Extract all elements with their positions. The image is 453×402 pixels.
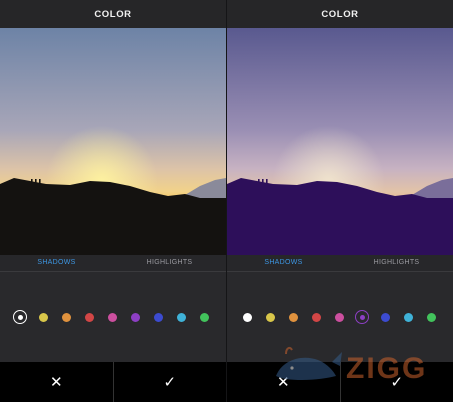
swatch-dot — [130, 312, 140, 322]
tab-highlights[interactable]: HIGHLIGHTS — [113, 255, 226, 271]
bottom-bar: ✕ ✓ — [0, 362, 226, 402]
swatch-dot — [359, 314, 365, 320]
screens: COLOR SHADOWS HIGHLIGHTS ✕ ✓ COLOR SHADO… — [0, 0, 453, 402]
color-swatch[interactable] — [355, 310, 369, 324]
swatch-dot — [84, 312, 94, 322]
swatch-dot — [17, 314, 23, 320]
color-swatch[interactable] — [128, 310, 142, 324]
color-swatch[interactable] — [424, 310, 438, 324]
shadow-highlight-tabs: SHADOWS HIGHLIGHTS — [0, 255, 226, 272]
close-icon: ✕ — [276, 374, 290, 391]
color-swatches — [0, 310, 226, 324]
check-icon: ✓ — [390, 374, 404, 391]
swatch-dot — [334, 312, 344, 322]
color-swatch-area — [0, 272, 226, 362]
swatch-dot — [311, 312, 321, 322]
check-icon: ✓ — [163, 374, 177, 391]
tab-highlights[interactable]: HIGHLIGHTS — [340, 255, 453, 271]
close-icon: ✕ — [49, 374, 63, 391]
swatch-dot — [242, 312, 252, 322]
color-swatch[interactable] — [174, 310, 188, 324]
cancel-button[interactable]: ✕ — [227, 362, 340, 402]
swatch-dot — [199, 312, 209, 322]
color-swatch-area — [227, 272, 453, 362]
color-swatch[interactable] — [36, 310, 50, 324]
color-swatch[interactable] — [332, 310, 346, 324]
photo-preview — [227, 28, 453, 255]
top-bar: COLOR — [0, 0, 226, 28]
swatch-dot — [403, 312, 413, 322]
color-swatch[interactable] — [82, 310, 96, 324]
color-swatch[interactable] — [105, 310, 119, 324]
color-swatch[interactable] — [378, 310, 392, 324]
top-bar: COLOR — [227, 0, 453, 28]
color-swatch[interactable] — [13, 310, 27, 324]
swatch-dot — [288, 312, 298, 322]
color-swatch[interactable] — [286, 310, 300, 324]
screen-right: COLOR SHADOWS HIGHLIGHTS ✕ ✓ — [227, 0, 453, 402]
screen-title: COLOR — [321, 8, 359, 20]
swatch-dot — [61, 312, 71, 322]
color-swatch[interactable] — [151, 310, 165, 324]
swatch-dot — [38, 312, 48, 322]
swatch-dot — [380, 312, 390, 322]
tab-shadows[interactable]: SHADOWS — [0, 255, 113, 271]
confirm-button[interactable]: ✓ — [114, 362, 227, 402]
swatch-dot — [426, 312, 436, 322]
color-swatch[interactable] — [263, 310, 277, 324]
swatch-dot — [265, 312, 275, 322]
color-swatch[interactable] — [401, 310, 415, 324]
screen-left: COLOR SHADOWS HIGHLIGHTS ✕ ✓ — [0, 0, 226, 402]
tab-shadows[interactable]: SHADOWS — [227, 255, 340, 271]
color-swatch[interactable] — [59, 310, 73, 324]
color-swatches — [227, 310, 453, 324]
color-swatch[interactable] — [309, 310, 323, 324]
shadow-highlight-tabs: SHADOWS HIGHLIGHTS — [227, 255, 453, 272]
confirm-button[interactable]: ✓ — [341, 362, 453, 402]
color-swatch[interactable] — [197, 310, 211, 324]
swatch-dot — [107, 312, 117, 322]
bottom-bar: ✕ ✓ — [227, 362, 453, 402]
color-swatch[interactable] — [240, 310, 254, 324]
cancel-button[interactable]: ✕ — [0, 362, 113, 402]
screen-title: COLOR — [94, 8, 132, 20]
photo-preview — [0, 28, 226, 255]
swatch-dot — [153, 312, 163, 322]
swatch-dot — [176, 312, 186, 322]
